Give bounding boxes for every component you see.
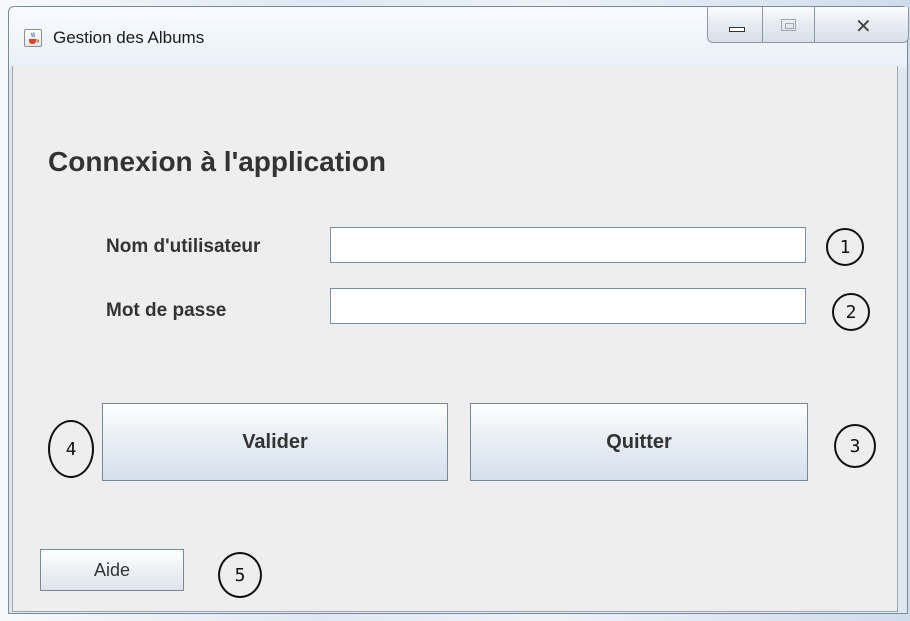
page-title: Connexion à l'application [48, 146, 387, 177]
username-label: Nom d'utilisateur [106, 236, 261, 257]
java-coffee-icon [24, 29, 42, 47]
title-bar[interactable]: Gestion des Albums ✕ [9, 7, 909, 67]
maximize-button[interactable] [763, 7, 815, 43]
window-title: Gestion des Albums [53, 28, 205, 47]
password-input[interactable] [330, 288, 806, 324]
close-button[interactable]: ✕ [815, 7, 909, 43]
quit-button[interactable]: Quitter [470, 403, 808, 481]
password-label: Mot de passe [106, 300, 227, 321]
annotation-4: 4 [48, 420, 94, 478]
annotation-3: 3 [834, 424, 876, 468]
help-button[interactable]: Aide [40, 549, 184, 591]
close-icon: ✕ [855, 14, 872, 38]
minimize-button[interactable] [707, 7, 763, 43]
validate-button[interactable]: Valider [102, 403, 448, 481]
minimize-icon [729, 27, 745, 32]
annotation-1: 1 [826, 228, 864, 266]
annotation-5: 5 [218, 552, 262, 598]
annotation-2: 2 [832, 293, 870, 331]
maximize-icon [781, 19, 796, 31]
username-input[interactable] [330, 227, 806, 263]
caption-buttons: ✕ [707, 7, 909, 45]
